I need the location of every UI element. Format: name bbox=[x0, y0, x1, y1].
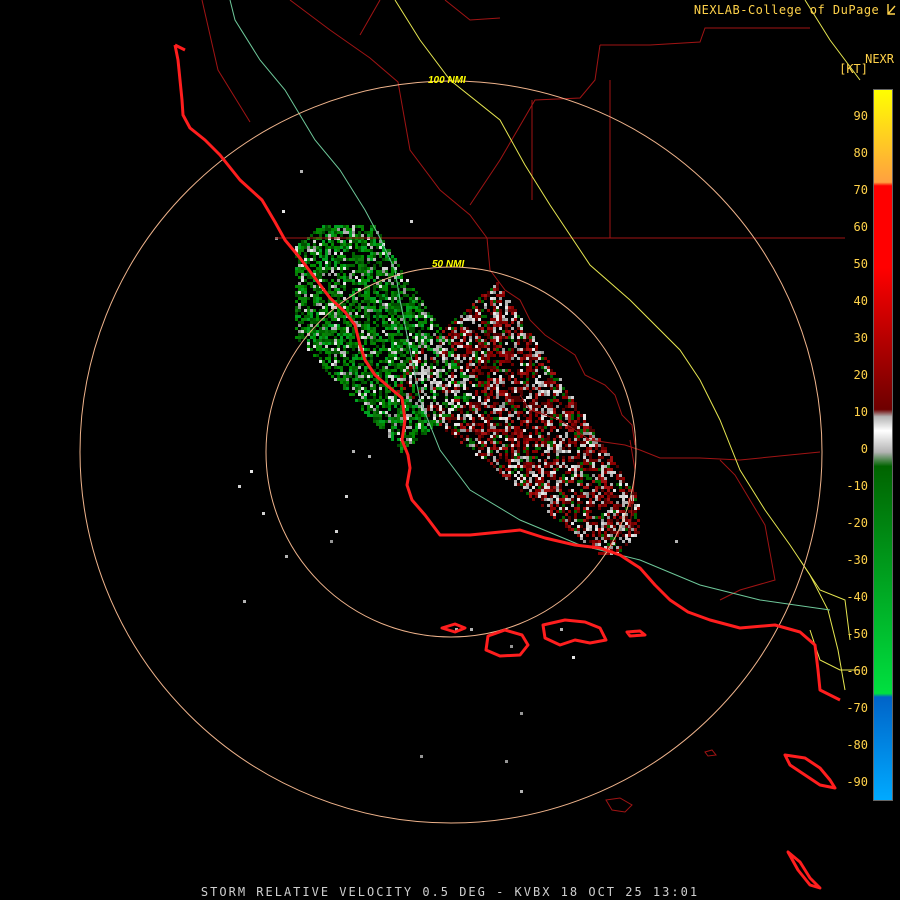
scale-tick-label: -60 bbox=[846, 664, 868, 678]
product-description: STORM RELATIVE VELOCITY 0.5 DEG - KVBX 1… bbox=[200, 885, 700, 899]
radar-map bbox=[79, 0, 861, 890]
scale-tick-label: 50 bbox=[853, 257, 868, 271]
san-clemente-island bbox=[786, 850, 822, 890]
scale-tick-label: 20 bbox=[853, 368, 868, 382]
scale-tick-label: -30 bbox=[846, 553, 868, 567]
scale-tick-label: -80 bbox=[846, 738, 868, 752]
san-miguel-island bbox=[440, 622, 467, 634]
scale-tick-label: -20 bbox=[846, 516, 868, 530]
product-code: NEXR bbox=[865, 52, 894, 66]
scale-tick-label: -40 bbox=[846, 590, 868, 604]
scale-tick-label: 10 bbox=[853, 405, 868, 419]
anacapa-island bbox=[625, 629, 647, 638]
scale-tick-label: 70 bbox=[853, 183, 868, 197]
scale-tick-label: 90 bbox=[853, 109, 868, 123]
credit-header: NEXLAB-College of DuPage bbox=[694, 3, 896, 17]
scale-tick-label: 30 bbox=[853, 331, 868, 345]
ring-100nmi bbox=[79, 80, 823, 824]
santa-rosa-island bbox=[484, 628, 530, 658]
scale-tick-label: -50 bbox=[846, 627, 868, 641]
santa-catalina-island bbox=[783, 753, 837, 790]
scale-tick-label: 80 bbox=[853, 146, 868, 160]
velocity-units: [KT] bbox=[839, 62, 868, 76]
scale-tick-label: 60 bbox=[853, 220, 868, 234]
corner-arrow-icon bbox=[887, 4, 896, 15]
scale-tick-label: -70 bbox=[846, 701, 868, 715]
velocity-color-scale bbox=[873, 89, 893, 801]
scale-tick-label: -90 bbox=[846, 775, 868, 789]
santa-cruz-island bbox=[541, 618, 608, 647]
ring-label-50nmi: 50 NMI bbox=[432, 259, 465, 270]
scale-tick-label: -10 bbox=[846, 479, 868, 493]
ring-label-100nmi: 100 NMI bbox=[428, 75, 466, 86]
credit-text: NEXLAB-College of DuPage bbox=[693, 3, 880, 17]
scale-tick-label: 0 bbox=[860, 442, 868, 456]
range-rings bbox=[79, 80, 823, 824]
scale-tick-label: 40 bbox=[853, 294, 868, 308]
